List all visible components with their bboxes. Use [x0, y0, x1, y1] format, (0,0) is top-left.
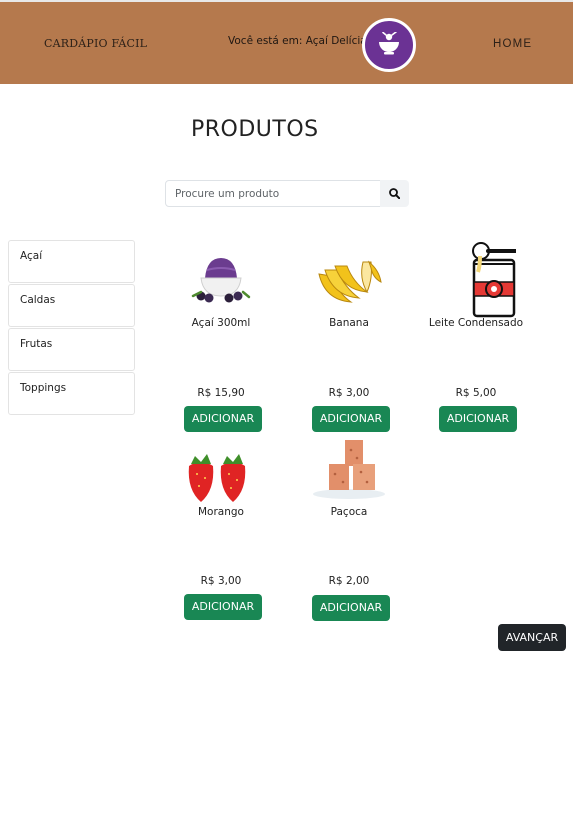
page-title: PRODUTOS — [191, 117, 319, 142]
add-button[interactable]: ADICIONAR — [184, 594, 262, 620]
acai-bowl-icon — [191, 258, 251, 303]
add-button[interactable]: ADICIONAR — [312, 406, 390, 432]
product-name: Leite Condensado — [428, 317, 524, 329]
product-name: Paçoca — [330, 506, 368, 518]
add-button[interactable]: ADICIONAR — [184, 406, 262, 432]
product-card-banana: Banana R$ 3,00 ADICIONAR — [289, 246, 409, 436]
bowl-icon — [379, 32, 399, 55]
condensed-milk-can-icon — [472, 242, 516, 318]
search-input[interactable] — [165, 180, 381, 207]
category-item-toppings[interactable]: Toppings — [8, 372, 135, 415]
product-price: R$ 3,00 — [328, 387, 370, 399]
location-text: Você está em: Açaí Delícias — [228, 35, 373, 47]
category-item-acai[interactable]: Açaí — [8, 240, 135, 283]
product-card-pacoca: Paçoca R$ 2,00 ADICIONAR — [289, 434, 409, 624]
product-price: R$ 2,00 — [328, 575, 370, 587]
product-card-acai: Açaí 300ml R$ 15,90 ADICIONAR — [161, 246, 281, 436]
strawberry-icon — [188, 454, 246, 502]
add-button[interactable]: ADICIONAR — [312, 595, 390, 621]
product-name: Banana — [329, 317, 369, 329]
product-card-morango: Morango R$ 3,00 ADICIONAR — [161, 448, 281, 623]
product-card-leite-condensado: Leite Condensado R$ 5,00 ADICIONAR — [416, 240, 536, 436]
product-name: Morango — [198, 506, 244, 518]
product-name: Açaí 300ml — [191, 317, 251, 329]
product-price: R$ 3,00 — [200, 575, 242, 587]
banana-icon — [318, 260, 382, 303]
product-price: R$ 15,90 — [197, 387, 245, 399]
pacoca-icon — [313, 440, 385, 499]
category-item-caldas[interactable]: Caldas — [8, 284, 135, 327]
next-button[interactable]: AVANÇAR — [498, 624, 566, 651]
search-icon — [389, 188, 400, 199]
search-button[interactable] — [380, 180, 409, 207]
navbar: CARDÁPIO FÁCIL Você está em: Açaí Delíci… — [0, 0, 573, 84]
brand-title[interactable]: CARDÁPIO FÁCIL — [44, 37, 147, 50]
category-list: Açaí Caldas Frutas Toppings — [8, 240, 135, 416]
add-button[interactable]: ADICIONAR — [439, 406, 517, 432]
store-logo — [362, 18, 416, 72]
nav-home-link[interactable]: HOME — [493, 38, 532, 50]
category-item-frutas[interactable]: Frutas — [8, 328, 135, 371]
product-price: R$ 5,00 — [455, 387, 497, 399]
